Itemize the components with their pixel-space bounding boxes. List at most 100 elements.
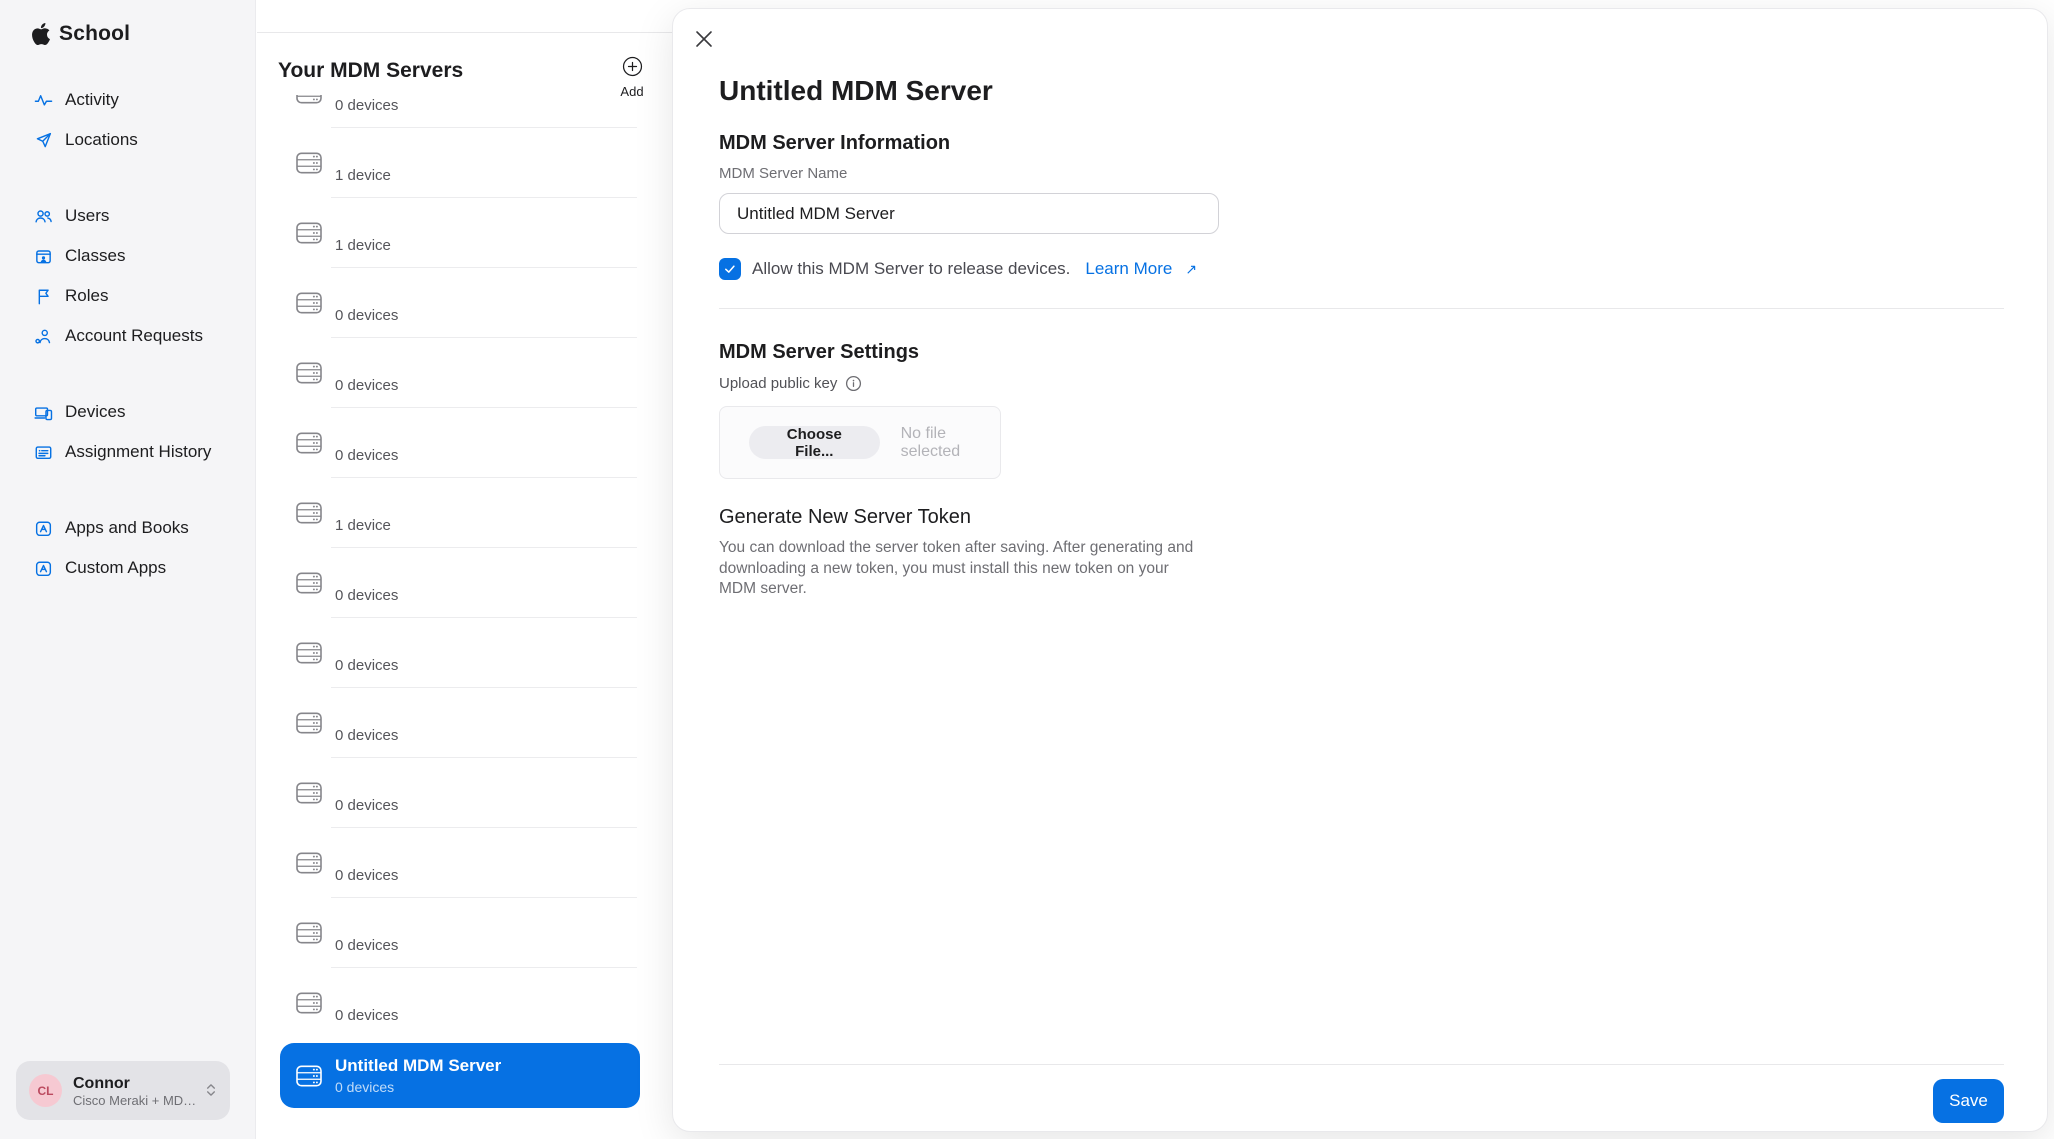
server-device-count: 1 device <box>335 166 391 184</box>
locations-icon <box>36 132 52 147</box>
server-list-item[interactable]: 0 devices <box>257 268 672 338</box>
server-list-item[interactable]: 0 devices <box>257 95 672 128</box>
learn-more-link[interactable]: Learn More <box>1085 259 1172 279</box>
server-icon <box>296 572 322 594</box>
user-subtitle: Cisco Meraki + MDM De… <box>73 1092 201 1108</box>
server-icon <box>296 362 322 384</box>
nav-group-apps: Apps and Books Custom Apps <box>0 508 256 588</box>
sidebar-item-label: Assignment History <box>65 442 212 461</box>
server-icon <box>296 992 322 1014</box>
sidebar-item-activity[interactable]: Activity <box>0 80 256 120</box>
server-device-count: 0 devices <box>335 446 399 464</box>
server-name <box>335 842 398 866</box>
sidebar-item-classes[interactable]: Classes <box>0 236 256 276</box>
server-list-item[interactable]: 0 devices <box>257 758 672 828</box>
sidebar-item-account-requests[interactable]: Account Requests <box>0 316 256 356</box>
server-name <box>335 912 398 936</box>
server-icon <box>296 292 322 314</box>
server-list-item[interactable]: 0 devices <box>257 618 672 688</box>
avatar: CL <box>29 1074 62 1107</box>
nav-group-people: Users Classes Roles Account Requests <box>0 196 256 356</box>
server-list-item[interactable]: Untitled MDM Server 0 devices <box>280 1043 640 1108</box>
classes-icon <box>36 249 51 263</box>
users-icon <box>35 209 52 223</box>
sidebar: School Activity Locations Users Classes … <box>0 0 256 1139</box>
external-link-arrow-icon: ↗ <box>1185 260 1198 277</box>
server-list-item[interactable]: 0 devices <box>257 688 672 758</box>
server-icon <box>296 782 322 804</box>
server-name <box>335 562 398 586</box>
roles-icon <box>38 289 49 304</box>
server-list-item[interactable]: 0 devices <box>257 968 672 1038</box>
choose-file-button[interactable]: Choose File... <box>749 426 880 460</box>
server-list: 0 devices 1 device 1 device 0 devices 0 … <box>257 95 672 1139</box>
server-device-count: 0 devices <box>335 96 399 114</box>
server-name <box>335 702 398 726</box>
sidebar-item-users[interactable]: Users <box>0 196 256 236</box>
server-icon <box>296 712 322 734</box>
save-button[interactable]: Save <box>1933 1079 2004 1123</box>
app-logo: School <box>30 22 130 46</box>
server-device-count: 0 devices <box>335 936 399 954</box>
info-icon[interactable] <box>845 375 862 392</box>
release-devices-row: Allow this MDM Server to release devices… <box>719 258 1197 280</box>
server-list-item[interactable]: 0 devices <box>257 898 672 968</box>
server-list-item[interactable]: 1 device <box>257 198 672 268</box>
sidebar-item-locations[interactable]: Locations <box>0 120 256 160</box>
sidebar-item-label: Classes <box>65 246 126 265</box>
sidebar-item-label: Custom Apps <box>65 558 167 577</box>
server-device-count: 0 devices <box>335 656 399 674</box>
sidebar-item-label: Users <box>65 206 110 225</box>
sidebar-item-roles[interactable]: Roles <box>0 276 256 316</box>
sidebar-item-custom-apps[interactable]: Custom Apps <box>0 548 256 588</box>
devices-icon <box>34 406 53 420</box>
sidebar-item-apps-and-books[interactable]: Apps and Books <box>0 508 256 548</box>
sidebar-item-devices[interactable]: Devices <box>0 392 256 432</box>
nav-group-devices: Devices Assignment History <box>0 392 256 472</box>
mdm-server-detail-sheet: Untitled MDM Server MDM Server Informati… <box>672 8 2048 1132</box>
server-device-count: 0 devices <box>335 1079 395 1095</box>
server-device-count: 0 devices <box>335 376 399 394</box>
server-icon <box>296 95 322 104</box>
server-icon <box>296 222 322 244</box>
server-name <box>335 212 391 236</box>
plus-circle-icon <box>622 56 642 77</box>
sidebar-item-label: Apps and Books <box>65 518 189 537</box>
apple-logo-icon <box>32 23 50 45</box>
server-name-label: MDM Server Name <box>719 165 848 182</box>
user-account-switcher[interactable]: CL Connor Cisco Meraki + MDM De… <box>16 1061 230 1120</box>
server-name <box>335 422 398 446</box>
token-description: You can download the server token after … <box>719 539 1194 597</box>
server-name <box>335 982 398 1006</box>
release-devices-checkbox[interactable] <box>719 258 741 280</box>
server-name-input[interactable] <box>719 193 1219 234</box>
sidebar-item-assignment-history[interactable]: Assignment History <box>0 432 256 472</box>
sidebar-item-label: Locations <box>65 130 138 149</box>
server-device-count: 1 device <box>335 236 391 254</box>
server-list-item[interactable]: 1 device <box>257 478 672 548</box>
server-device-count: 1 device <box>335 516 391 534</box>
server-icon <box>296 152 322 174</box>
footer-divider <box>719 1064 2004 1065</box>
server-list-item[interactable]: 1 device <box>257 128 672 198</box>
server-device-count: 0 devices <box>335 726 399 744</box>
server-list-item[interactable]: 0 devices <box>257 548 672 618</box>
info-section-heading: MDM Server Information <box>719 132 951 154</box>
sidebar-item-label: Account Requests <box>65 326 203 345</box>
token-section-heading: Generate New Server Token <box>719 506 971 528</box>
settings-section-heading: MDM Server Settings <box>719 341 920 363</box>
server-device-count: 0 devices <box>335 306 399 324</box>
server-icon <box>296 852 322 874</box>
add-server-button[interactable]: Add <box>610 56 654 99</box>
server-name: Untitled MDM Server <box>335 1056 502 1075</box>
sidebar-item-label: Activity <box>65 90 119 109</box>
release-devices-label: Allow this MDM Server to release devices… <box>752 259 1071 278</box>
sheet-title: Untitled MDM Server <box>719 75 993 106</box>
server-list-item[interactable]: 0 devices <box>257 828 672 898</box>
server-list-item[interactable]: 0 devices <box>257 338 672 408</box>
user-name: Connor <box>73 1074 130 1092</box>
close-icon[interactable] <box>695 30 713 48</box>
server-list-item[interactable]: 0 devices <box>257 408 672 478</box>
activity-icon <box>34 94 53 106</box>
upload-public-key-row: Upload public key <box>719 375 862 392</box>
